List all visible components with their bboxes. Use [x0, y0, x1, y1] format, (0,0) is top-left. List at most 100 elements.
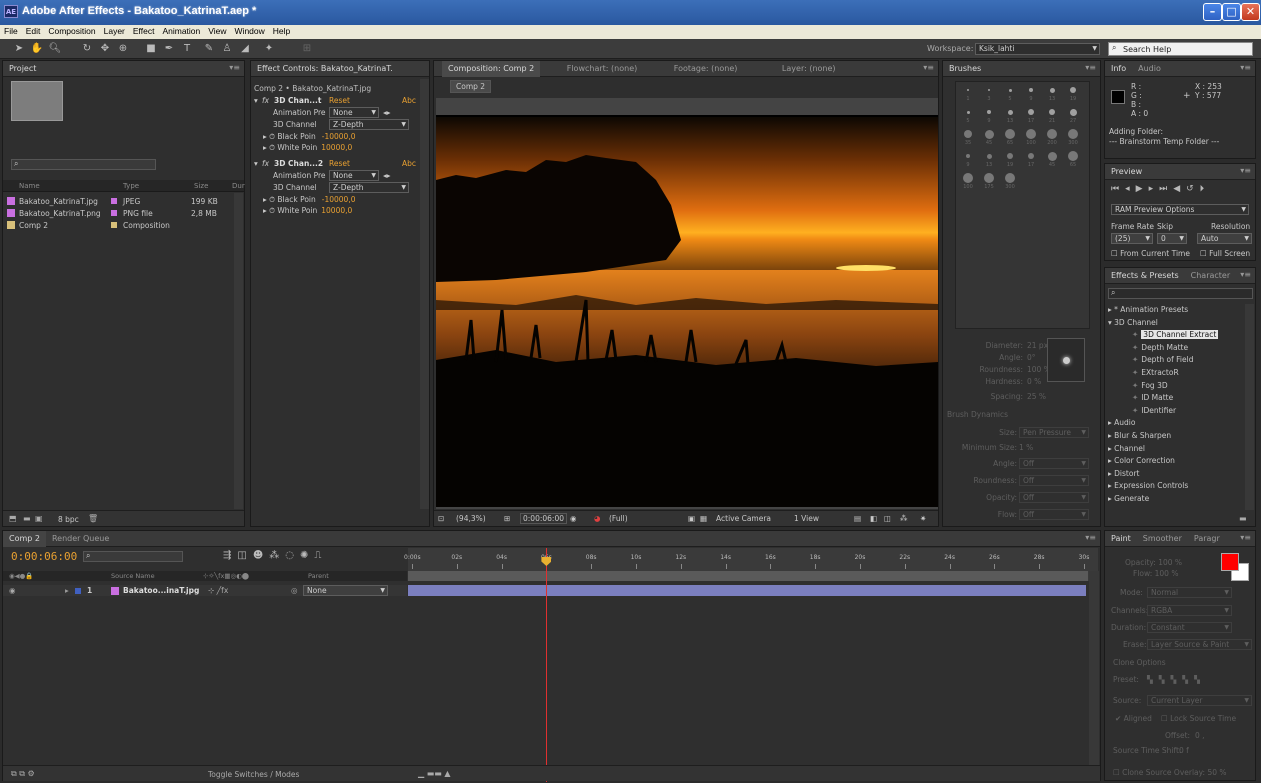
- zoom-tool-icon[interactable]: 🔍︎: [48, 42, 62, 56]
- tab-render-queue[interactable]: Render Queue: [46, 531, 115, 547]
- brush-tip[interactable]: [1026, 129, 1036, 139]
- menu-file[interactable]: File: [0, 25, 22, 36]
- first-frame-icon[interactable]: ⏮: [1111, 184, 1125, 194]
- tab-paragraph[interactable]: Paragr: [1188, 531, 1226, 547]
- hand-tool-icon[interactable]: ✋: [30, 42, 44, 56]
- black-point-param[interactable]: ▸ ⏱ Black Poin -10000,0: [263, 131, 355, 142]
- effects-tree-item[interactable]: ▸ Generate: [1108, 493, 1242, 504]
- from-current-time-checkbox[interactable]: ☐ From Current Time: [1111, 248, 1190, 259]
- tab-preview[interactable]: Preview: [1105, 164, 1148, 180]
- stopwatch-icon[interactable]: ▸ ⏱: [263, 132, 277, 141]
- animation-presets-dropdown[interactable]: None: [329, 107, 379, 118]
- brush-tip[interactable]: [964, 130, 972, 138]
- aligned-checkbox[interactable]: ✔ Aligned: [1115, 713, 1152, 724]
- brush-tool-icon[interactable]: ✎: [202, 42, 216, 56]
- panel-menu-icon[interactable]: ▾≡: [1240, 63, 1251, 72]
- stopwatch-icon[interactable]: ▸ ⏱: [263, 206, 277, 215]
- effects-tree-item[interactable]: ✦ Depth of Field: [1132, 354, 1242, 365]
- grid-icon[interactable]: ⊞: [504, 514, 510, 523]
- panel-menu-icon[interactable]: ▾≡: [1240, 533, 1251, 542]
- clone-overlay-value[interactable]: 50 %: [1207, 768, 1226, 777]
- brush-tip[interactable]: [1069, 108, 1077, 116]
- graph-editor-icon[interactable]: ⎍: [314, 550, 327, 561]
- exposure-icon[interactable]: ✷: [920, 514, 926, 523]
- project-item[interactable]: Bakatoo_KatrinaT.jpg JPEG 199 KB: [3, 196, 233, 207]
- full-screen-checkbox[interactable]: ☐ Full Screen: [1200, 248, 1250, 259]
- tab-smoother[interactable]: Smoother: [1137, 531, 1188, 547]
- menu-view[interactable]: View: [204, 25, 230, 36]
- effects-tree-item[interactable]: ▸ Audio: [1108, 417, 1242, 428]
- tab-info[interactable]: Info: [1105, 61, 1132, 77]
- prev-frame-icon[interactable]: ◂: [1125, 184, 1136, 194]
- white-point-param[interactable]: ▸ ⏱ White Poin 10000,0: [263, 205, 352, 216]
- effects-tree-item[interactable]: ▸ Color Correction: [1108, 455, 1242, 466]
- brush-tip[interactable]: [1028, 153, 1034, 159]
- min-size-value[interactable]: 1 %: [1019, 442, 1033, 453]
- always-preview-icon[interactable]: ⊡: [438, 514, 444, 523]
- viewer-canvas[interactable]: [436, 98, 938, 509]
- preset-nav-arrows-icon[interactable]: ◂▸: [383, 107, 391, 118]
- effects-tree-item[interactable]: ✦ Depth Matte: [1132, 342, 1242, 353]
- selection-tool-icon[interactable]: ➤: [12, 42, 26, 56]
- close-icon[interactable]: ✕: [1241, 3, 1260, 21]
- zoom-dropdown[interactable]: (94,3%): [456, 514, 486, 523]
- brush-tip[interactable]: [1028, 109, 1034, 115]
- motion-blur-icon[interactable]: ◌: [285, 550, 300, 561]
- panel-menu-icon[interactable]: ▾≡: [1085, 63, 1096, 72]
- paint-opacity[interactable]: Opacity: 100 %: [1125, 557, 1182, 568]
- brush-tip[interactable]: [966, 110, 970, 114]
- tab-brushes[interactable]: Brushes: [943, 61, 987, 77]
- diameter-value[interactable]: 21 px: [1027, 340, 1048, 351]
- preset-nav-arrows-icon[interactable]: ◂▸: [383, 170, 391, 181]
- ram-preview-icon[interactable]: ⏵: [1200, 184, 1211, 194]
- transparency-grid-icon[interactable]: ▦: [700, 514, 707, 523]
- layer-name[interactable]: Bakatoo...inaT.jpg: [123, 585, 199, 596]
- animation-presets-dropdown[interactable]: None: [329, 170, 379, 181]
- effect-header[interactable]: ▾ fx 3D Chan...2 Reset Abc: [254, 158, 419, 169]
- new-folder-icon[interactable]: ▬: [23, 514, 31, 523]
- timeline-timecode[interactable]: 0:00:06:00: [11, 550, 77, 563]
- channels-dropdown[interactable]: RGBA: [1147, 605, 1232, 616]
- project-scrollbar[interactable]: [234, 193, 243, 509]
- black-point-value[interactable]: -10000,0: [322, 132, 356, 141]
- resolution-dropdown[interactable]: Auto: [1197, 233, 1252, 244]
- track-xy-tool-icon[interactable]: ✥: [98, 42, 112, 56]
- bit-depth-label[interactable]: 8 bpc: [58, 515, 79, 524]
- timeline-icon[interactable]: ◫: [884, 514, 891, 523]
- effects-tree-item[interactable]: ✦ 3D Channel Extract: [1132, 329, 1242, 340]
- brush-tip[interactable]: [1008, 88, 1012, 92]
- camera-view-dropdown[interactable]: Active Camera: [716, 514, 771, 523]
- new-comp-icon[interactable]: ▣: [35, 514, 43, 523]
- layer-duration-bar[interactable]: [408, 585, 1086, 596]
- eraser-tool-icon[interactable]: ◢: [238, 42, 252, 56]
- region-of-interest-icon[interactable]: ▣: [688, 514, 695, 523]
- menu-composition[interactable]: Composition: [44, 25, 99, 36]
- source-dropdown[interactable]: Current Layer: [1147, 695, 1252, 706]
- brush-tip[interactable]: [984, 129, 994, 139]
- snapshot-icon[interactable]: ◉: [570, 514, 577, 523]
- black-point-param[interactable]: ▸ ⏱ Black Poin -10000,0: [263, 194, 355, 205]
- dyn-flow-dropdown[interactable]: Off: [1019, 509, 1089, 520]
- menu-window[interactable]: Window: [231, 25, 269, 36]
- offset-value[interactable]: 0 ,: [1195, 730, 1205, 741]
- loop-icon[interactable]: ↺: [1186, 184, 1200, 194]
- comp-mini-flowchart-icon[interactable]: ⇶: [223, 550, 237, 561]
- expand-arrow-icon[interactable]: ▾: [254, 158, 258, 169]
- next-frame-icon[interactable]: ▸: [1149, 184, 1160, 194]
- col-source-name[interactable]: Source Name: [111, 571, 155, 581]
- effects-tree-item[interactable]: ✦ IDentifier: [1132, 405, 1242, 416]
- visibility-eye-icon[interactable]: ◉: [9, 585, 16, 596]
- mute-icon[interactable]: ◀: [1173, 184, 1186, 194]
- brush-tip[interactable]: [1068, 151, 1078, 161]
- effect-controls-scrollbar[interactable]: [420, 79, 429, 509]
- mode-dropdown[interactable]: Normal: [1147, 587, 1232, 598]
- frame-rate-dropdown[interactable]: (25): [1111, 233, 1153, 244]
- hardness-value[interactable]: 0 %: [1027, 376, 1041, 387]
- lock-source-time-checkbox[interactable]: ☐ Lock Source Time: [1161, 713, 1236, 724]
- effects-tree-item[interactable]: ▸ Blur & Sharpen: [1108, 430, 1242, 441]
- current-time-indicator[interactable]: [546, 548, 548, 782]
- effect-reset-link[interactable]: Reset: [329, 95, 350, 106]
- clone-overlay-checkbox[interactable]: ☐ Clone Source Overlay: 50 %: [1113, 767, 1227, 778]
- brush-tip[interactable]: [1068, 129, 1078, 139]
- comp-name-tab[interactable]: Comp 2: [450, 80, 492, 93]
